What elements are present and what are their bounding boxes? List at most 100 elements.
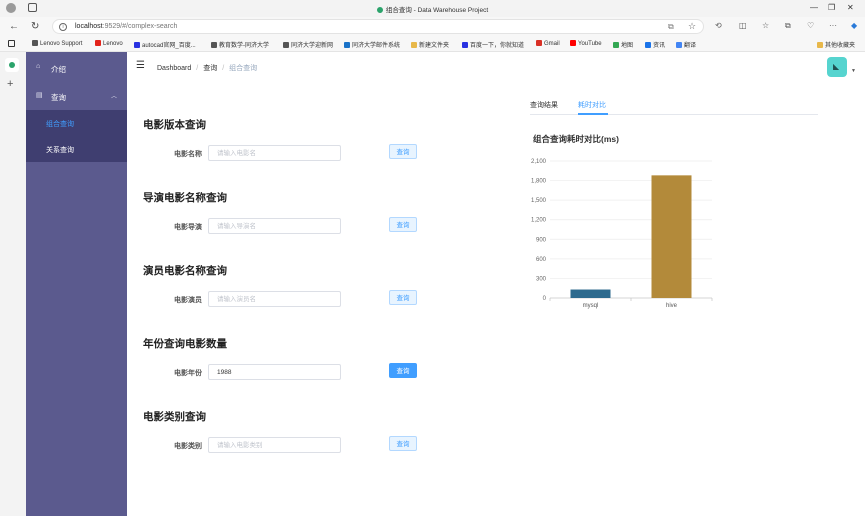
breadcrumb-query[interactable]: 查询 (203, 65, 217, 72)
new-tab-plus-icon[interactable]: + (7, 78, 13, 90)
site-info-icon[interactable]: i (59, 23, 67, 31)
window-title: 组合查询 - Data Warehouse Project (0, 4, 865, 14)
x-tick-label: hive (666, 303, 678, 309)
y-tick-label: 300 (536, 276, 547, 282)
breadcrumb-current: 组合查询 (229, 65, 258, 72)
more-menu-icon[interactable]: ··· (829, 21, 837, 31)
query-submenu: 组合查询 关系查询 (26, 110, 127, 162)
caret-down-icon[interactable]: ▼ (851, 68, 856, 74)
bookmark-item[interactable]: autocad官网_百度... (134, 40, 196, 49)
youtube-icon (570, 40, 576, 46)
bookmark-item[interactable]: 百度一下，你就知道 (462, 40, 524, 49)
baidu-icon (134, 42, 140, 48)
address-row: ← ↻ i localhost:9529/#/complex-search ⧉ … (0, 17, 865, 37)
sidebar-item-complex-search[interactable]: 组合查询 (26, 110, 127, 136)
result-tabs: 查询结果 耗时对比 (530, 97, 818, 115)
split-screen-icon[interactable]: ◫ (739, 21, 747, 31)
app-sidebar: ⌂ 介绍 ▤ 查询 ︿ 组合查询 关系查询 (26, 52, 127, 516)
active-tab[interactable] (5, 58, 19, 72)
bookmark-item[interactable]: 翻译 (676, 40, 696, 49)
close-window-icon[interactable]: ✕ (847, 3, 854, 13)
bar-hive (651, 175, 692, 298)
map-icon (613, 42, 619, 48)
tab-time-compare[interactable]: 耗时对比 (578, 100, 606, 110)
minimize-icon[interactable]: — (810, 3, 818, 13)
sidebar-item-relation-search[interactable]: 关系查询 (26, 136, 127, 162)
field-label-category: 电影类别 (174, 443, 202, 450)
y-tick-label: 600 (536, 257, 547, 263)
breadcrumb-dashboard[interactable]: Dashboard (157, 65, 191, 72)
copilot-icon[interactable]: ◆ (851, 21, 857, 31)
x-tick-label: mysql (583, 303, 599, 309)
section-title-year: 年份查询电影数量 (143, 338, 227, 350)
bookmark-item[interactable]: Gmail (536, 40, 560, 47)
time-compare-chart: 0 300 600 900 1,200 1,500 1,800 2,100 mysql hive (531, 159, 713, 309)
input-category[interactable] (208, 437, 341, 453)
y-tick-label: 2,100 (531, 159, 547, 165)
favorite-star-icon[interactable]: ☆ (688, 21, 696, 32)
tab-favicon-icon (376, 7, 383, 13)
bookmark-item[interactable]: 资讯 (645, 40, 665, 49)
browser-titlebar: 组合查询 - Data Warehouse Project — ❐ ✕ (0, 0, 865, 17)
y-tick-label: 0 (543, 296, 547, 302)
refresh-icon[interactable]: ↻ (31, 21, 39, 33)
input-actor[interactable] (208, 291, 341, 307)
input-director[interactable] (208, 218, 341, 234)
query-button-year[interactable]: 查询 (389, 363, 417, 378)
collections-icon[interactable]: ⧉ (785, 21, 791, 31)
address-bar[interactable]: i localhost:9529/#/complex-search ⧉ ☆ (52, 19, 704, 34)
sidebar-item-query[interactable]: ▤ 查询 ︿ (26, 83, 127, 109)
y-tick-label: 1,800 (531, 179, 547, 185)
home-icon: ⌂ (36, 63, 41, 70)
query-button-actor[interactable]: 查询 (389, 290, 417, 305)
favorites-icon[interactable]: ☆ (762, 21, 769, 31)
bookmark-item[interactable]: Lenovo (95, 40, 123, 47)
restore-icon[interactable]: ❐ (828, 3, 835, 13)
section-title-category: 电影类别查询 (143, 411, 206, 423)
sidebar-item-intro[interactable]: ⌂ 介绍 (26, 55, 127, 81)
mail-icon (344, 42, 350, 48)
page-icon (32, 40, 38, 46)
bar-mysql (570, 289, 611, 298)
bookmark-item[interactable]: 教育数学-同济大学 (211, 40, 269, 49)
bookmark-item[interactable]: 同济大学迎新网 (283, 40, 333, 49)
tab-favicon-icon (9, 62, 15, 68)
bookmark-item[interactable]: YouTube (570, 40, 602, 47)
link-icon (283, 42, 289, 48)
avatar[interactable]: ◣ (827, 57, 847, 77)
translate-icon (676, 42, 682, 48)
tab-actions-icon[interactable] (8, 40, 15, 47)
bookmark-item[interactable]: 地图 (613, 40, 633, 49)
sidebar-item-label: 查询 (51, 93, 66, 102)
chevron-up-icon: ︿ (110, 94, 117, 100)
bookmark-item[interactable]: Lenovo Support (32, 40, 82, 47)
browser-essentials-icon[interactable]: ♡ (807, 21, 814, 31)
y-tick-label: 1,500 (531, 198, 547, 204)
query-button-version[interactable]: 查询 (389, 144, 417, 159)
vertical-tab-strip: + (0, 52, 26, 516)
breadcrumb: Dashboard / 查询 / 组合查询 (157, 65, 258, 72)
field-label-version: 电影名称 (174, 151, 202, 158)
y-tick-label: 1,200 (531, 218, 547, 224)
reader-icon[interactable]: ⧉ (668, 22, 674, 32)
back-arrow-icon[interactable]: ← (9, 21, 19, 33)
hamburger-menu-icon[interactable]: ☰ (136, 61, 145, 71)
other-bookmarks[interactable]: 其他收藏夹 (817, 40, 855, 49)
query-button-director[interactable]: 查询 (389, 217, 417, 232)
extensions-icon[interactable]: ⟲ (715, 21, 722, 31)
bookmark-item[interactable]: 新建文件夹 (411, 40, 449, 49)
page-icon (211, 42, 217, 48)
news-icon (645, 42, 651, 48)
app-header: ☰ Dashboard / 查询 / 组合查询 ◣ ▼ (127, 52, 865, 81)
query-button-category[interactable]: 查询 (389, 436, 417, 451)
input-version[interactable] (208, 145, 341, 161)
bookmark-item[interactable]: 同济大学邮件系统 (344, 40, 400, 49)
bookmarks-bar: Lenovo Support Lenovo autocad官网_百度... 教育数学-… (0, 37, 865, 52)
field-label-director: 电影导演 (174, 224, 202, 231)
baidu-icon (462, 42, 468, 48)
tab-query-result[interactable]: 查询结果 (530, 100, 558, 110)
url-text[interactable]: localhost:9529/#/complex-search (75, 23, 177, 30)
section-title-director: 导演电影名称查询 (143, 192, 227, 204)
chart-title: 组合查询耗时对比(ms) (533, 134, 619, 144)
input-year[interactable] (208, 364, 341, 380)
